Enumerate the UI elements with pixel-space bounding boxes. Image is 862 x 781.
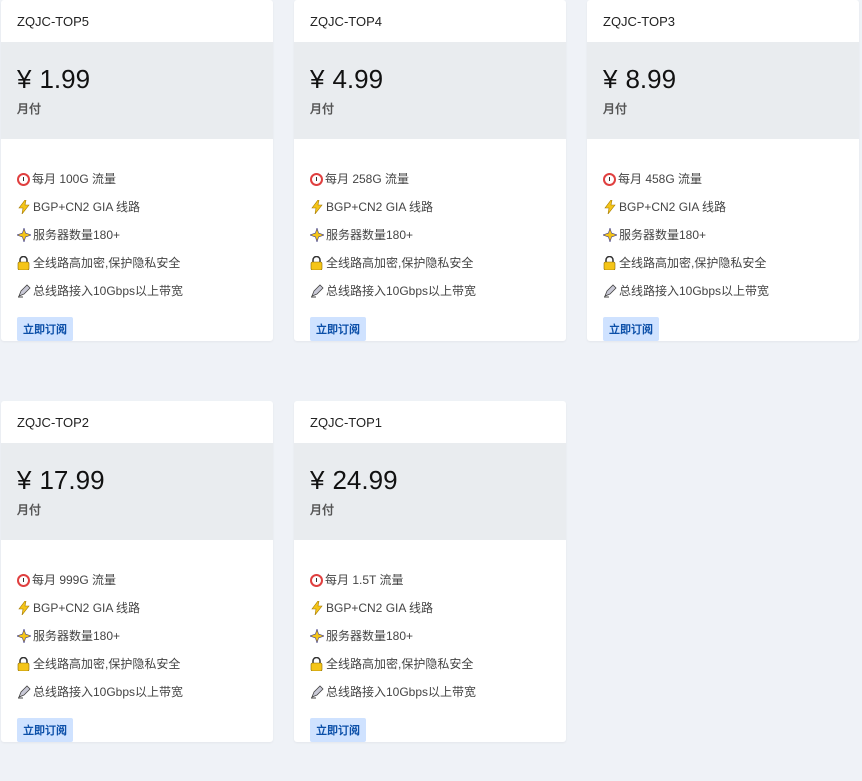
price-box: ¥24.99 月付 — [294, 443, 566, 540]
alarm-clock-icon — [310, 573, 323, 587]
feature-bandwidth-text: 总线路接入10Gbps以上带宽 — [326, 685, 477, 699]
pen-icon — [17, 685, 31, 699]
pen-icon — [17, 284, 31, 298]
feature-list: 每月 999G 流量 BGP+CN2 GIA 线路 服务器数量180+ 全线路高… — [1, 540, 273, 710]
sparkle-icon — [17, 629, 31, 643]
plan-name: ZQJC-TOP3 — [603, 13, 675, 29]
lightning-icon — [310, 200, 324, 214]
plan-card-zqjc-top3: ZQJC-TOP3 ¥8.99 月付 每月 458G 流量 BGP+CN2 GI… — [587, 0, 859, 341]
sparkle-icon — [603, 228, 617, 242]
sparkle-icon — [17, 228, 31, 242]
feature-bandwidth-text: 总线路接入10Gbps以上带宽 — [33, 284, 184, 298]
feature-bandwidth: 总线路接入10Gbps以上带宽 — [603, 273, 859, 309]
lock-icon — [603, 256, 617, 270]
price-value: 24.99 — [332, 465, 398, 495]
feature-bandwidth-text: 总线路接入10Gbps以上带宽 — [619, 284, 770, 298]
alarm-clock-icon — [17, 573, 30, 587]
feature-list: 每月 100G 流量 BGP+CN2 GIA 线路 服务器数量180+ 全线路高… — [1, 139, 273, 309]
plan-card-zqjc-top1: ZQJC-TOP1 ¥24.99 月付 每月 1.5T 流量 BGP+CN2 G… — [294, 401, 566, 742]
price-box: ¥1.99 月付 — [1, 42, 273, 139]
sparkle-icon — [310, 228, 324, 242]
subscribe-button[interactable]: 立即订阅 — [603, 317, 659, 341]
sparkle-icon — [310, 629, 324, 643]
alarm-clock-icon — [310, 172, 323, 186]
price-value: 1.99 — [39, 64, 91, 94]
plan-card-zqjc-top4: ZQJC-TOP4 ¥4.99 月付 每月 258G 流量 BGP+CN2 GI… — [294, 0, 566, 341]
lightning-icon — [17, 601, 31, 615]
feature-list: 每月 458G 流量 BGP+CN2 GIA 线路 服务器数量180+ 全线路高… — [587, 139, 859, 309]
currency-symbol: ¥ — [603, 64, 618, 94]
plan-price: ¥4.99 — [310, 42, 566, 94]
currency-symbol: ¥ — [17, 465, 32, 495]
billing-period: 月付 — [310, 503, 335, 517]
alarm-clock-icon — [17, 172, 30, 186]
plan-price: ¥17.99 — [17, 443, 273, 495]
price-value: 17.99 — [39, 465, 105, 495]
lock-icon — [310, 256, 324, 270]
currency-symbol: ¥ — [17, 64, 32, 94]
plan-card-zqjc-top5: ZQJC-TOP5 ¥1.99 月付 每月 100G 流量 BGP+CN2 GI… — [1, 0, 273, 341]
plan-name: ZQJC-TOP5 — [17, 13, 89, 29]
billing-period: 月付 — [603, 102, 628, 116]
price-value: 8.99 — [625, 64, 677, 94]
plan-name: ZQJC-TOP2 — [17, 414, 89, 430]
feature-bandwidth: 总线路接入10Gbps以上带宽 — [310, 273, 566, 309]
price-value: 4.99 — [332, 64, 384, 94]
lightning-icon — [603, 200, 617, 214]
pen-icon — [310, 685, 324, 699]
pen-icon — [310, 284, 324, 298]
feature-bandwidth: 总线路接入10Gbps以上带宽 — [17, 273, 273, 309]
plan-price: ¥1.99 — [17, 42, 273, 94]
feature-bandwidth-text: 总线路接入10Gbps以上带宽 — [326, 284, 477, 298]
plan-card-zqjc-top2: ZQJC-TOP2 ¥17.99 月付 每月 999G 流量 BGP+CN2 G… — [1, 401, 273, 742]
lightning-icon — [17, 200, 31, 214]
price-box: ¥4.99 月付 — [294, 42, 566, 139]
lock-icon — [17, 256, 31, 270]
subscribe-button[interactable]: 立即订阅 — [17, 718, 73, 742]
price-box: ¥8.99 月付 — [587, 42, 859, 139]
pen-icon — [603, 284, 617, 298]
plan-name: ZQJC-TOP4 — [310, 13, 382, 29]
feature-bandwidth-text: 总线路接入10Gbps以上带宽 — [33, 685, 184, 699]
plan-price: ¥8.99 — [603, 42, 859, 94]
feature-bandwidth: 总线路接入10Gbps以上带宽 — [17, 674, 273, 710]
alarm-clock-icon — [603, 172, 616, 186]
lock-icon — [17, 657, 31, 671]
plan-price: ¥24.99 — [310, 443, 566, 495]
lightning-icon — [310, 601, 324, 615]
subscribe-button[interactable]: 立即订阅 — [310, 317, 366, 341]
billing-period: 月付 — [17, 102, 42, 116]
feature-list: 每月 1.5T 流量 BGP+CN2 GIA 线路 服务器数量180+ 全线路高… — [294, 540, 566, 710]
lock-icon — [310, 657, 324, 671]
plan-name: ZQJC-TOP1 — [310, 414, 382, 430]
subscribe-button[interactable]: 立即订阅 — [17, 317, 73, 341]
billing-period: 月付 — [310, 102, 335, 116]
feature-bandwidth: 总线路接入10Gbps以上带宽 — [310, 674, 566, 710]
price-box: ¥17.99 月付 — [1, 443, 273, 540]
currency-symbol: ¥ — [310, 465, 325, 495]
subscribe-button[interactable]: 立即订阅 — [310, 718, 366, 742]
feature-list: 每月 258G 流量 BGP+CN2 GIA 线路 服务器数量180+ 全线路高… — [294, 139, 566, 309]
currency-symbol: ¥ — [310, 64, 325, 94]
billing-period: 月付 — [17, 503, 42, 517]
